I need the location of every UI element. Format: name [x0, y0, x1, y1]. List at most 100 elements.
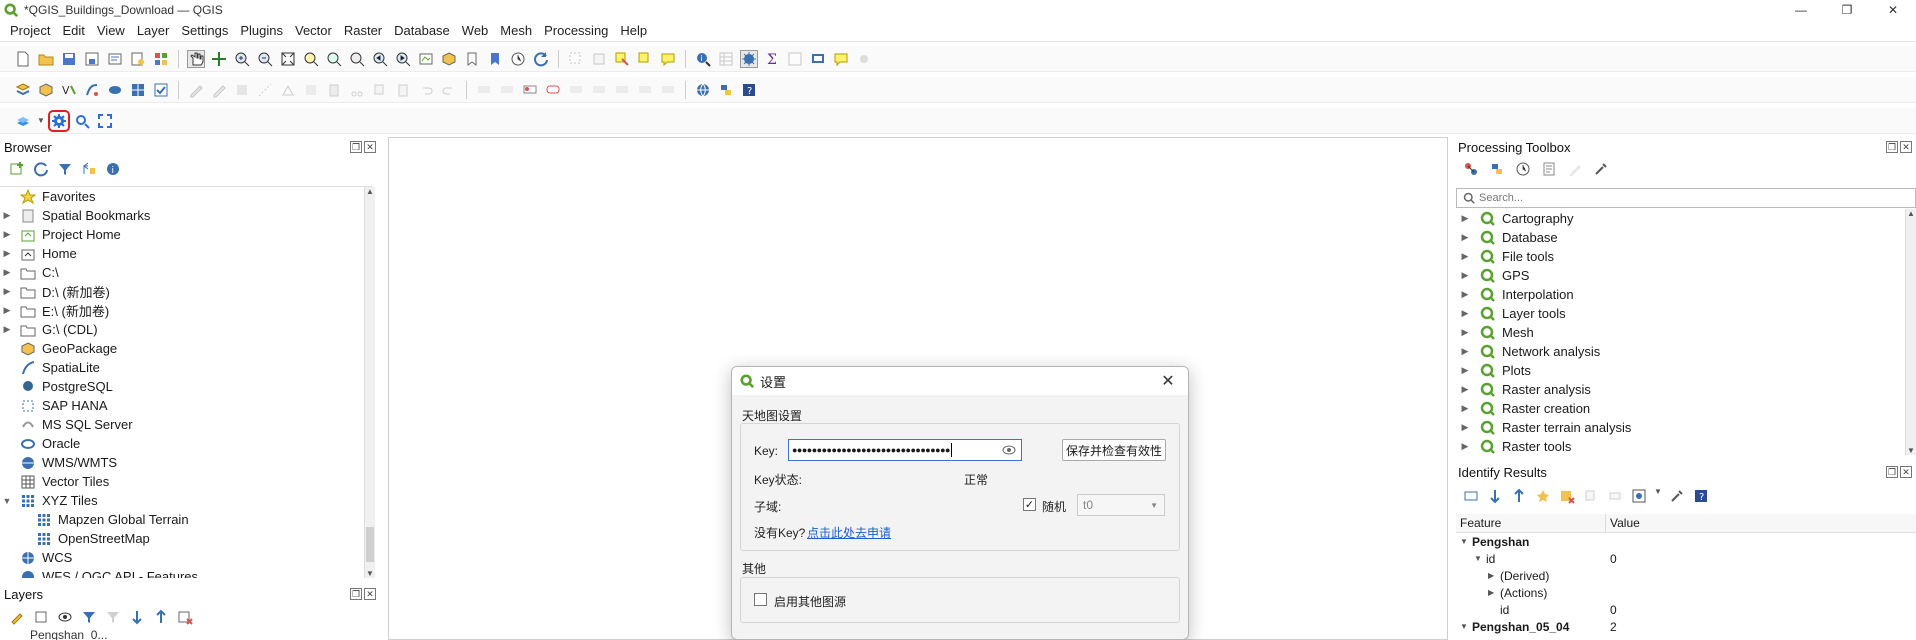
show-bookmarks-icon[interactable]: [486, 50, 504, 68]
collapse-all-layers-icon[interactable]: [152, 608, 170, 626]
filter-icon[interactable]: [56, 160, 74, 178]
processing-search-input[interactable]: Search...: [1456, 188, 1916, 208]
processing-provider-item[interactable]: ▶ Mesh: [1456, 323, 1916, 342]
browser-scrollbar[interactable]: ▲ ▼: [364, 187, 375, 578]
add-group-icon[interactable]: [32, 608, 50, 626]
browser-item[interactable]: MS SQL Server: [0, 415, 372, 434]
new-virtual-layer-icon[interactable]: [106, 81, 124, 99]
save-edits-icon[interactable]: [233, 81, 251, 99]
browser-item[interactable]: SpatiaLite: [0, 358, 372, 377]
temporal-controller-icon[interactable]: [509, 50, 527, 68]
save-project-icon[interactable]: [60, 50, 78, 68]
enable-other-sources-checkbox[interactable]: [754, 593, 767, 606]
browser-item[interactable]: Favorites: [0, 187, 372, 206]
refresh-icon[interactable]: [32, 160, 50, 178]
menu-settings[interactable]: Settings: [175, 23, 234, 38]
menu-mesh[interactable]: Mesh: [494, 23, 538, 38]
browser-item[interactable]: ▶ Home: [0, 244, 372, 263]
digitize-icon[interactable]: [256, 81, 274, 99]
undo-icon[interactable]: [417, 81, 435, 99]
tianditu-search-icon[interactable]: [73, 112, 91, 130]
collapse-all-icon[interactable]: [80, 160, 98, 178]
expand-arrow-icon[interactable]: ▶: [1456, 403, 1474, 414]
show-hide-labels-icon[interactable]: [590, 81, 608, 99]
processing-provider-item[interactable]: ▶ Layer tools: [1456, 304, 1916, 323]
rotate-label-icon[interactable]: [636, 81, 654, 99]
statistical-summary-icon[interactable]: Σ: [763, 50, 781, 68]
zoom-to-selection-icon[interactable]: [302, 50, 320, 68]
current-edits-icon[interactable]: [187, 81, 205, 99]
layout-manager-icon[interactable]: [129, 50, 147, 68]
processing-options-icon[interactable]: [1592, 160, 1610, 178]
expand-tree-icon[interactable]: [1486, 487, 1504, 505]
properties-info-icon[interactable]: i: [104, 160, 122, 178]
browser-item[interactable]: ▶ Project Home: [0, 225, 372, 244]
select-by-value-icon[interactable]: [613, 50, 631, 68]
deselect-icon[interactable]: [590, 50, 608, 68]
restore-button[interactable]: ❐: [1824, 0, 1870, 20]
apply-key-link[interactable]: 点击此处去申请: [807, 524, 891, 541]
menu-plugins[interactable]: Plugins: [234, 23, 289, 38]
new-mesh-layer-icon[interactable]: [129, 81, 147, 99]
processing-provider-item[interactable]: ▶ Raster tools: [1456, 437, 1916, 455]
pin-labels-icon[interactable]: [498, 81, 516, 99]
bookmark-add-icon[interactable]: [463, 50, 481, 68]
close-panel-icon[interactable]: ✕: [364, 588, 376, 600]
layer-item-partial[interactable]: Pengshan_0...: [30, 630, 107, 640]
paste-features-icon[interactable]: [394, 81, 412, 99]
browser-item[interactable]: WCS: [0, 548, 372, 567]
save-and-validate-button[interactable]: 保存并检查有效性: [1062, 439, 1166, 461]
processing-provider-item[interactable]: ▶ Cartography: [1456, 209, 1916, 228]
browser-item[interactable]: OpenStreetMap: [0, 529, 372, 548]
zoom-to-layer-icon[interactable]: [325, 50, 343, 68]
menu-view[interactable]: View: [91, 23, 131, 38]
copy-features-icon[interactable]: [371, 81, 389, 99]
models-icon[interactable]: [1462, 160, 1480, 178]
identify-row[interactable]: ▼ Pengshan_05_04 2: [1456, 618, 1916, 635]
browser-item[interactable]: ▶ C:\: [0, 263, 372, 282]
float-panel-icon[interactable]: ❐: [1886, 141, 1898, 153]
menu-database[interactable]: Database: [388, 23, 456, 38]
remove-layer-icon[interactable]: [176, 608, 194, 626]
menu-vector[interactable]: Vector: [289, 23, 338, 38]
new-gps-layer-icon[interactable]: [152, 81, 170, 99]
processing-provider-item[interactable]: ▶ Interpolation: [1456, 285, 1916, 304]
new-project-icon[interactable]: [14, 50, 32, 68]
float-panel-icon[interactable]: ❐: [1886, 466, 1898, 478]
expand-arrow-icon[interactable]: ▶: [1456, 232, 1474, 243]
identify-row[interactable]: id 0: [1456, 601, 1916, 618]
print-layout-icon[interactable]: [106, 50, 124, 68]
identify-mode-dropdown-icon[interactable]: ▼: [1654, 487, 1662, 505]
close-panel-icon[interactable]: ✕: [1900, 466, 1912, 478]
browser-item[interactable]: Vector Tiles: [0, 472, 372, 491]
processing-provider-item[interactable]: ▶ Raster terrain analysis: [1456, 418, 1916, 437]
identify-row[interactable]: ▼ Pengshan: [1456, 533, 1916, 550]
expand-arrow-icon[interactable]: ▼: [0, 496, 14, 506]
history-icon[interactable]: [1514, 160, 1532, 178]
zoom-last-icon[interactable]: [371, 50, 389, 68]
menu-raster[interactable]: Raster: [338, 23, 388, 38]
expand-arrow-icon[interactable]: ▼: [1460, 537, 1472, 546]
new-geopackage-layer-icon[interactable]: [37, 81, 55, 99]
expand-new-results-icon[interactable]: [1534, 487, 1552, 505]
processing-provider-item[interactable]: ▶ GPS: [1456, 266, 1916, 285]
vertex-tool-icon[interactable]: [279, 81, 297, 99]
help-icon[interactable]: ?: [740, 81, 758, 99]
move-label-icon[interactable]: [613, 81, 631, 99]
expand-arrow-icon[interactable]: ▶: [1456, 384, 1474, 395]
browser-item[interactable]: ▶ G:\ (CDL): [0, 320, 372, 339]
column-header-feature[interactable]: Feature: [1456, 514, 1606, 532]
style-manager-icon[interactable]: [152, 50, 170, 68]
identify-icon[interactable]: i: [694, 50, 712, 68]
clear-results-icon[interactable]: [1558, 487, 1576, 505]
redo-icon[interactable]: [440, 81, 458, 99]
layer-labeling-icon[interactable]: [521, 81, 539, 99]
save-as-icon[interactable]: [83, 50, 101, 68]
menu-layer[interactable]: Layer: [131, 23, 176, 38]
processing-provider-item[interactable]: ▶ Raster creation: [1456, 399, 1916, 418]
float-panel-icon[interactable]: ❐: [350, 588, 362, 600]
toggle-editing-icon[interactable]: [210, 81, 228, 99]
expand-arrow-icon[interactable]: ▶: [1456, 289, 1474, 300]
text-annotation-icon[interactable]: [832, 50, 850, 68]
tianditu-extent-icon[interactable]: [96, 112, 114, 130]
